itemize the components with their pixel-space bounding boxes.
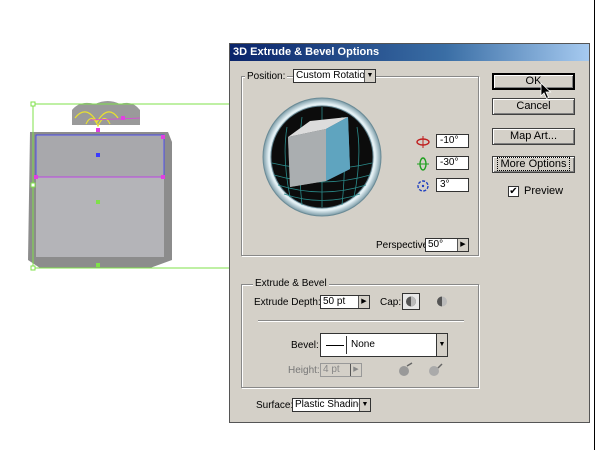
cap-on-icon	[406, 296, 416, 307]
chevron-right-icon: ▶	[457, 239, 468, 251]
preview-checkbox[interactable]: ✔	[508, 186, 519, 197]
bevel-select[interactable]: None ▼	[320, 333, 448, 357]
cap-label: Cap:	[380, 297, 402, 308]
extrude-bevel-group-title: Extrude & Bevel	[253, 278, 329, 289]
extrude-depth-field[interactable]: 50 pt ▶	[320, 295, 370, 309]
map-art-button[interactable]: Map Art...	[492, 128, 575, 145]
rotate-x-icon	[416, 136, 430, 148]
ok-button[interactable]: OK	[492, 73, 575, 90]
more-options-button[interactable]: More Options	[492, 156, 575, 173]
cap-off-icon[interactable]	[434, 294, 450, 309]
chevron-right-icon: ▶	[358, 296, 369, 308]
chevron-right-icon: ▶	[350, 364, 361, 376]
gift-box-artwork[interactable]	[0, 0, 241, 300]
extrude-bevel-dialog: 3D Extrude & Bevel Options Position: Cus…	[229, 43, 590, 423]
height-value: 4 pt	[323, 364, 340, 375]
rotation-x-field[interactable]: -10°	[436, 134, 469, 148]
bevel-in-icon[interactable]	[426, 362, 444, 378]
rotate-y-icon	[417, 157, 429, 171]
map-art-button-label: Map Art...	[509, 130, 558, 142]
position-select[interactable]: Custom Rotation ▼	[293, 69, 376, 83]
window-edge	[594, 0, 595, 450]
cancel-button[interactable]: Cancel	[492, 98, 575, 115]
surface-value: Plastic Shading	[295, 399, 364, 410]
preview-label: Preview	[524, 185, 564, 197]
perspective-value: 50°	[428, 239, 444, 250]
more-options-button-label: More Options	[497, 157, 570, 171]
position-label: Position:	[245, 71, 288, 82]
rotation-y-field[interactable]: -30°	[436, 156, 469, 170]
chevron-down-icon: ▼	[364, 70, 375, 82]
extrude-depth-value: 50 pt	[323, 296, 346, 307]
rotation-track-cube[interactable]	[262, 97, 382, 217]
chevron-down-icon: ▼	[436, 334, 447, 356]
mouse-cursor-icon	[540, 82, 552, 100]
chevron-down-icon: ▼	[359, 399, 370, 411]
perspective-label: Perspective:	[376, 240, 432, 251]
rotation-z-field[interactable]: 3°	[436, 178, 469, 192]
bevel-label: Bevel:	[291, 340, 319, 351]
cancel-button-label: Cancel	[516, 100, 551, 112]
position-select-value: Custom Rotation	[296, 70, 371, 81]
bevel-preview	[324, 336, 347, 354]
extrude-separator	[258, 320, 464, 322]
bevel-out-icon[interactable]	[396, 362, 414, 378]
perspective-select[interactable]: 50° ▶	[425, 238, 469, 252]
surface-select[interactable]: Plastic Shading ▼	[292, 398, 371, 412]
surface-label: Surface:	[256, 400, 294, 411]
bevel-value: None	[351, 339, 375, 350]
dialog-title[interactable]: 3D Extrude & Bevel Options	[230, 44, 589, 61]
cap-on-button[interactable]	[402, 293, 420, 310]
rotate-z-icon	[417, 180, 429, 192]
check-icon: ✔	[509, 186, 518, 197]
height-label: Height:	[288, 365, 320, 376]
extrude-depth-label: Extrude Depth:	[254, 297, 321, 308]
artboard[interactable]	[0, 0, 241, 300]
height-field[interactable]: 4 pt ▶	[320, 363, 362, 377]
